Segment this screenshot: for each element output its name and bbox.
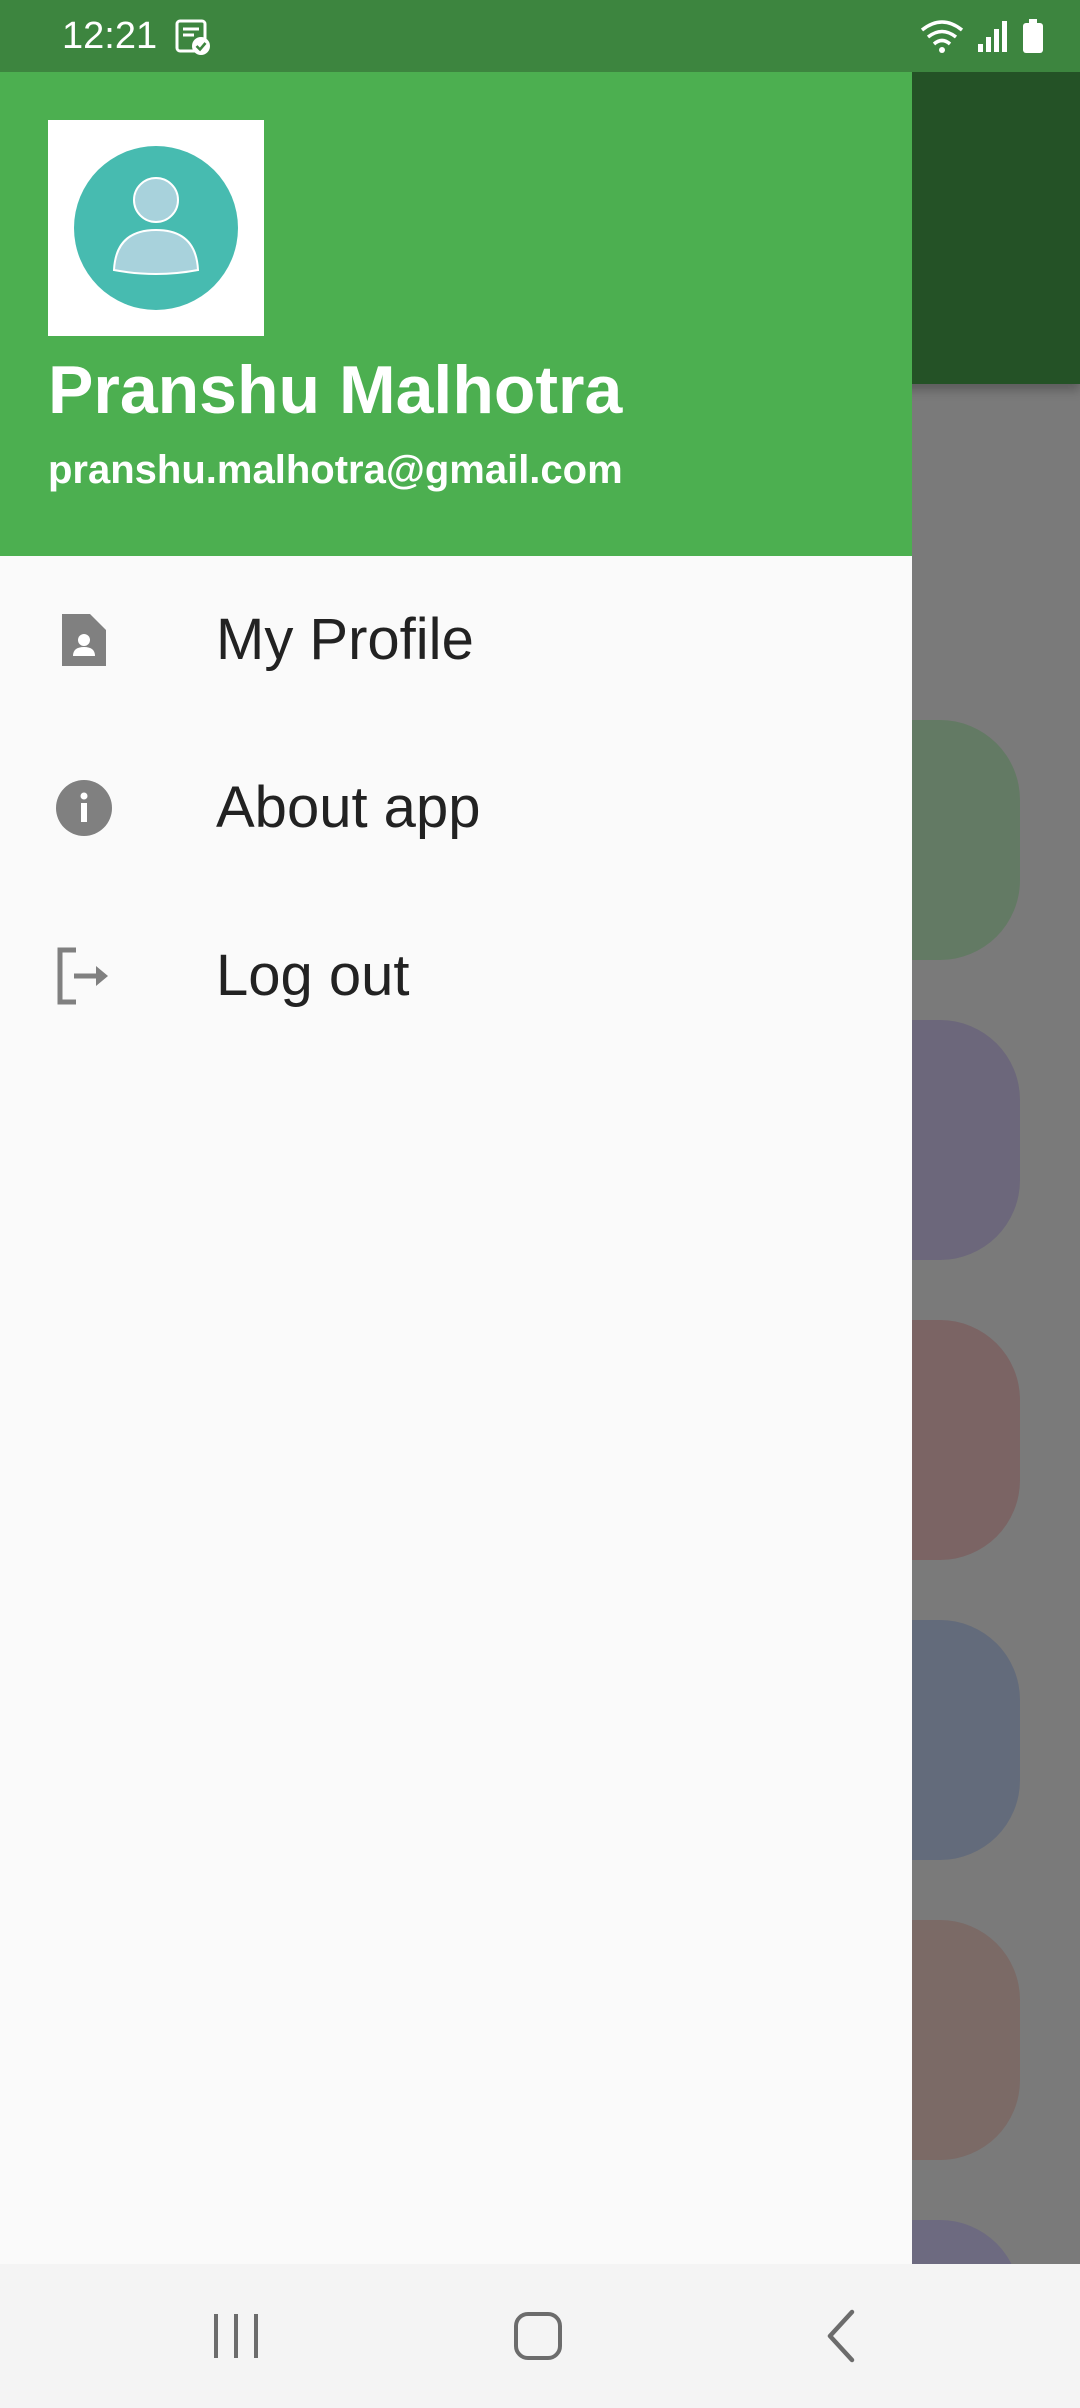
menu-item-about-app[interactable]: About app xyxy=(0,724,912,892)
person-avatar-icon xyxy=(74,146,238,310)
screen: 12:21 Pranshu Malhotra pranshu.malhotra@… xyxy=(0,0,1080,2408)
drawer-menu: My Profile About app Log out xyxy=(0,556,912,1060)
drawer-header: Pranshu Malhotra pranshu.malhotra@gmail.… xyxy=(0,72,912,556)
signal-icon xyxy=(978,21,1007,52)
system-nav-bar xyxy=(0,2264,1080,2408)
status-bar: 12:21 xyxy=(0,0,1080,72)
status-icons xyxy=(920,16,1044,56)
status-time: 12:21 xyxy=(62,15,158,57)
menu-item-label: About app xyxy=(216,775,481,840)
home-icon[interactable] xyxy=(502,2300,574,2372)
logout-icon xyxy=(57,947,108,1005)
back-icon[interactable] xyxy=(806,2300,878,2372)
menu-item-label: Log out xyxy=(216,943,410,1008)
menu-item-label: My Profile xyxy=(216,607,474,672)
user-email: pranshu.malhotra@gmail.com xyxy=(48,448,623,492)
task-check-icon xyxy=(175,19,210,55)
recent-apps-icon[interactable] xyxy=(200,2300,272,2372)
wifi-icon xyxy=(920,20,964,53)
battery-icon xyxy=(1023,19,1043,53)
user-name: Pranshu Malhotra xyxy=(48,352,623,428)
menu-item-my-profile[interactable]: My Profile xyxy=(0,556,912,724)
menu-item-log-out[interactable]: Log out xyxy=(0,892,912,1060)
info-icon xyxy=(56,780,112,836)
navigation-drawer: Pranshu Malhotra pranshu.malhotra@gmail.… xyxy=(0,72,912,2264)
profile-document-icon xyxy=(62,614,106,666)
avatar[interactable] xyxy=(48,120,264,336)
